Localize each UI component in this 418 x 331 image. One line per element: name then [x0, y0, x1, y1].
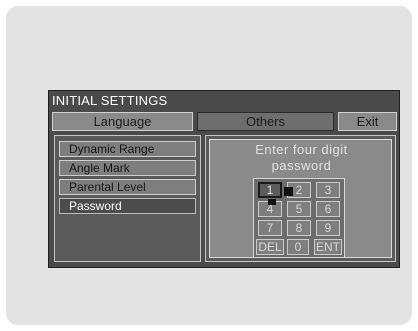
key-ent[interactable]: ENT	[314, 239, 342, 255]
password-panel: Enter four digit password 1 2 3 4 5 6 7 …	[205, 135, 396, 262]
window-title: INITIAL SETTINGS	[52, 93, 168, 108]
initial-settings-window: INITIAL SETTINGS Language Others Exit Dy…	[48, 90, 400, 268]
tab-exit[interactable]: Exit	[338, 112, 397, 131]
menu-item-dynamic-range[interactable]: Dynamic Range	[59, 141, 196, 157]
password-panel-inner: Enter four digit password 1 2 3 4 5 6 7 …	[209, 139, 392, 258]
key-9[interactable]: 9	[316, 220, 340, 236]
key-7[interactable]: 7	[258, 220, 282, 236]
tab-language[interactable]: Language	[52, 112, 193, 131]
key-del[interactable]: DEL	[256, 239, 284, 255]
tab-others[interactable]: Others	[197, 112, 334, 131]
cursor-right-icon	[284, 187, 293, 196]
password-prompt-line2: password	[271, 158, 332, 173]
key-3[interactable]: 3	[316, 182, 340, 198]
settings-menu: Dynamic Range Angle Mark Parental Level …	[54, 135, 201, 262]
key-0[interactable]: 0	[287, 239, 309, 255]
number-keypad: 1 2 3 4 5 6 7 8 9 DEL 0 ENT	[253, 178, 345, 258]
key-6[interactable]: 6	[316, 201, 340, 217]
key-5[interactable]: 5	[287, 201, 311, 217]
menu-item-password[interactable]: Password	[59, 198, 196, 214]
key-8[interactable]: 8	[287, 220, 311, 236]
menu-item-parental-level[interactable]: Parental Level	[59, 179, 196, 195]
screen-panel: INITIAL SETTINGS Language Others Exit Dy…	[6, 6, 412, 325]
password-prompt-line1: Enter four digit	[255, 142, 348, 157]
cursor-down-icon	[268, 199, 276, 205]
key-1[interactable]: 1	[258, 182, 282, 198]
menu-item-angle-mark[interactable]: Angle Mark	[59, 160, 196, 176]
